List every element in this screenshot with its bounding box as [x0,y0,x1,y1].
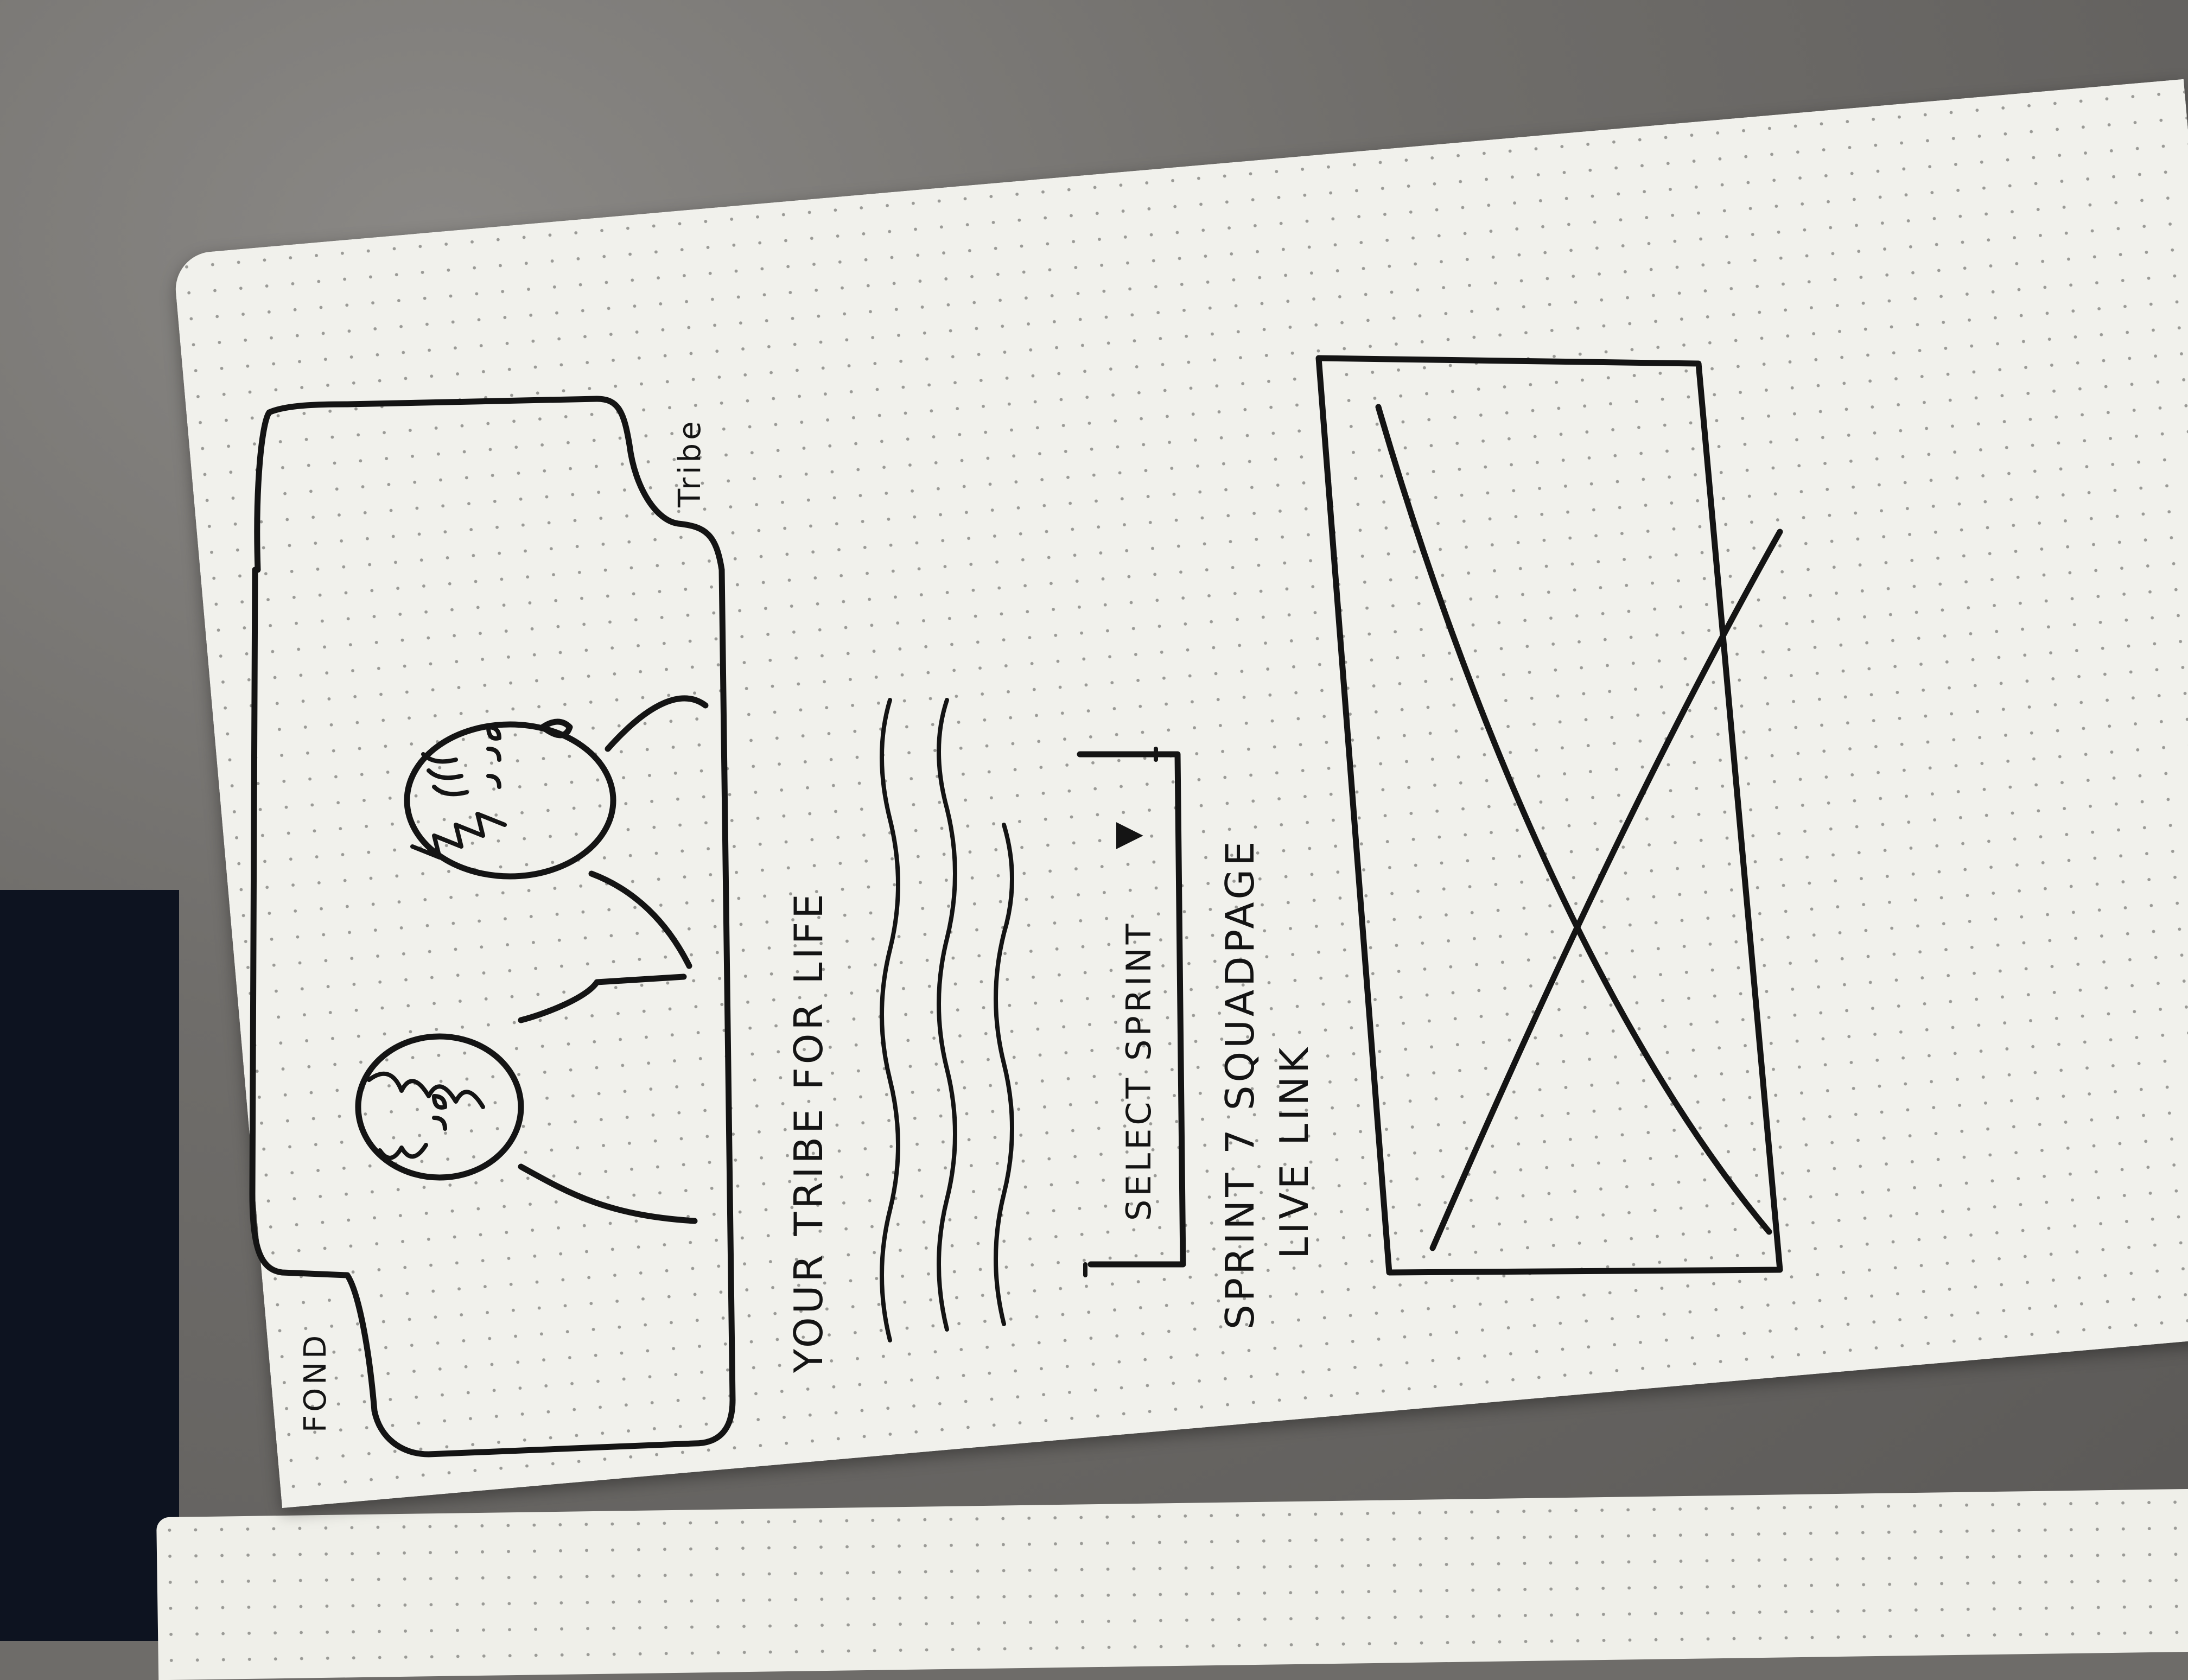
paragraph-placeholder [880,698,1014,1342]
wireframe-sketch: FOND Tribe YOUR TRIBE FOR LIFE SELECT SP… [249,355,1783,1458]
header-left-label: FOND [298,1332,333,1433]
sprint-live-link[interactable]: SPRINT 7 SQUADPAGE LIVE LINK [1217,838,1317,1329]
sprint-link-line1: SPRINT 7 SQUADPAGE [1217,838,1263,1329]
hero-frame: FOND Tribe [249,396,736,1458]
select-dropdown-label: SELECT SPRINT [1119,921,1159,1221]
person-avatar-icon [355,973,698,1224]
header-right-label: Tribe [672,418,708,508]
image-placeholder-x-icon [1315,355,1783,1276]
select-sprint-dropdown[interactable]: SELECT SPRINT [1077,747,1186,1277]
sprint-link-line2: LIVE LINK [1271,1045,1317,1259]
tagline-text: YOUR TRIBE FOR LIFE [786,890,831,1373]
person-avatar-icon [404,695,709,969]
triangle-down-icon [1116,822,1143,849]
